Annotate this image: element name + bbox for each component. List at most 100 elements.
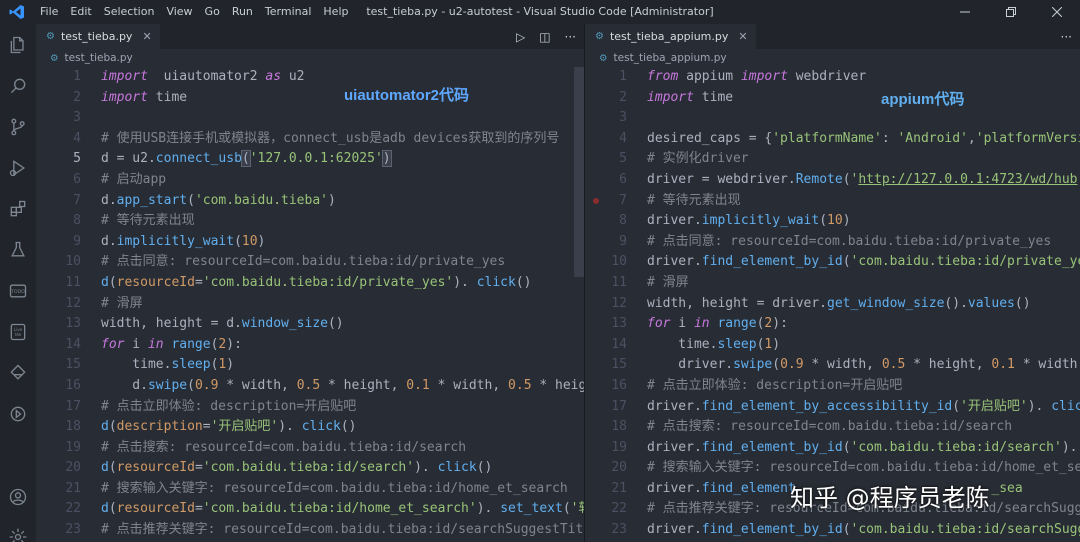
split-editor-icon[interactable]: ◫: [539, 30, 550, 44]
code-line[interactable]: 18 d(description='开启贴吧'). click(): [36, 417, 584, 438]
code-line[interactable]: 3: [36, 108, 584, 129]
timeline-icon[interactable]: [0, 393, 36, 434]
code-line[interactable]: 9 # 点击同意: resourceId=com.baidu.tieba:id/p…: [585, 232, 1080, 253]
code-editor-right[interactable]: 1 from appium import webdriver 2 import tim…: [585, 67, 1080, 542]
line-number: 17: [65, 398, 81, 414]
source-control-icon[interactable]: [0, 106, 36, 147]
code-line[interactable]: 21 # 搜索输入关键字: resourceId=com.baidu.tieba:…: [36, 479, 584, 500]
restore-button[interactable]: [988, 0, 1034, 24]
code-text: driver = webdriver.Remote('http://127.0.…: [647, 170, 1080, 191]
account-icon[interactable]: [0, 476, 36, 517]
code-text: d.app_start('com.baidu.tieba'): [101, 191, 336, 212]
code-line[interactable]: 22 d(resourceId='com.baidu.tieba:id/home_…: [36, 499, 584, 520]
code-line[interactable]: 5 d = u2.connect_usb('127.0.0.1:62025'): [36, 149, 584, 170]
code-line[interactable]: 7 d.app_start('com.baidu.tieba'): [36, 191, 584, 212]
code-text: # 搜索输入关键字: resourceId=com.baidu.tieba:id…: [647, 458, 1080, 479]
settings-icon[interactable]: [0, 516, 36, 542]
code-line[interactable]: 5 # 实例化driver: [585, 149, 1080, 170]
code-line[interactable]: 20 # 搜索输入关键字: resourceId=com.baidu.tieba:…: [585, 458, 1080, 479]
code-line[interactable]: 18 # 点击搜索: resourceId=com.baidu.tieba:id/…: [585, 417, 1080, 438]
code-text: d.implicitly_wait(10): [101, 232, 265, 253]
breakpoint-icon[interactable]: [593, 197, 599, 204]
run-file-icon[interactable]: ▷: [516, 30, 525, 44]
code-line[interactable]: 13 width, height = d.window_size(): [36, 314, 584, 335]
breadcrumb: ⚙ test_tieba.py: [36, 49, 584, 67]
breadcrumb-file[interactable]: test_tieba_appium.py: [614, 52, 727, 64]
todo-icon[interactable]: TODO: [0, 270, 36, 311]
code-line[interactable]: 19 # 点击搜索: resourceId=com.baidu.tieba:id/…: [36, 438, 584, 459]
code-line[interactable]: 11 d(resourceId='com.baidu.tieba:id/priva…: [36, 273, 584, 294]
code-line[interactable]: 19 driver.find_element_by_id('com.baidu.t…: [585, 438, 1080, 459]
line-number: 10: [611, 254, 627, 270]
minimize-button[interactable]: [942, 0, 988, 24]
code-line[interactable]: 16 d.swipe(0.9 * width, 0.5 * height, 0.…: [36, 376, 584, 397]
code-token: 'com.baidu.tieba:id/private_yes: [850, 254, 1080, 270]
more-actions-icon[interactable]: ···: [1061, 30, 1072, 44]
code-line[interactable]: 15 driver.swipe(0.9 * width, 0.5 * heigh…: [585, 355, 1080, 376]
remote-icon[interactable]: [0, 352, 36, 393]
code-token: (: [187, 377, 195, 393]
breadcrumb-file[interactable]: test_tieba.py: [65, 52, 133, 64]
menu-view[interactable]: View: [160, 0, 198, 24]
close-tab-icon[interactable]: ✕: [738, 30, 747, 43]
code-line[interactable]: 23 # 点击推荐关键字: resourceId=com.baidu.tieba:…: [36, 520, 584, 541]
line-number: 10: [65, 254, 81, 270]
testing-icon[interactable]: [0, 229, 36, 270]
code-line[interactable]: 12 # 滑屏: [36, 294, 584, 315]
close-tab-icon[interactable]: ✕: [142, 30, 151, 43]
explorer-icon[interactable]: [0, 24, 36, 65]
code-token: # 搜索输入关键字: resourceId=com.baidu.tieba:id…: [101, 480, 568, 496]
code-line[interactable]: 4 desired_caps = {'platformName': 'Androi…: [585, 129, 1080, 150]
code-line[interactable]: 10 # 点击同意: resourceId=com.baidu.tieba:id/…: [36, 252, 584, 273]
tab-test-tieba[interactable]: ⚙ test_tieba.py ✕: [36, 24, 160, 49]
live-ide-icon[interactable]: Live Ide: [0, 311, 36, 352]
code-token: # 点击立即体验: description=开启贴吧: [647, 377, 903, 393]
code-line[interactable]: 9 d.implicitly_wait(10): [36, 232, 584, 253]
close-button[interactable]: [1034, 0, 1080, 24]
code-line[interactable]: 7 # 等待元素出现: [585, 191, 1080, 212]
code-token: for: [101, 336, 125, 352]
run-debug-icon[interactable]: [0, 147, 36, 188]
code-line[interactable]: 12 width, height = driver.get_window_size…: [585, 294, 1080, 315]
code-line[interactable]: 6 # 启动app: [36, 170, 584, 191]
menu-terminal[interactable]: Terminal: [259, 0, 318, 24]
code-line[interactable]: 17 driver.find_element_by_accessibility_i…: [585, 397, 1080, 418]
menu-edit[interactable]: Edit: [64, 0, 97, 24]
menu-file[interactable]: File: [34, 0, 64, 24]
code-line[interactable]: 1 import uiautomator2 as u2: [36, 67, 584, 88]
code-token: ):: [772, 316, 788, 332]
code-line[interactable]: 17 # 点击立即体验: description=开启贴吧: [36, 397, 584, 418]
code-line[interactable]: 15 time.sleep(1): [36, 355, 584, 376]
code-token: 10: [827, 213, 843, 229]
menu-go[interactable]: Go: [199, 0, 226, 24]
more-actions-icon[interactable]: ···: [565, 30, 576, 44]
code-editor-left[interactable]: 1 import uiautomator2 as u2 2 import time 3 4…: [36, 67, 584, 542]
menu-run[interactable]: Run: [226, 0, 259, 24]
code-line[interactable]: 11 # 滑屏: [585, 273, 1080, 294]
code-line[interactable]: 8 driver.implicitly_wait(10): [585, 211, 1080, 232]
code-line[interactable]: 13 for i in range(2):: [585, 314, 1080, 335]
extensions-icon[interactable]: [0, 188, 36, 229]
code-line[interactable]: 6 driver = webdriver.Remote('http://127.0…: [585, 170, 1080, 191]
code-line[interactable]: 16 # 点击立即体验: description=开启贴吧: [585, 376, 1080, 397]
code-text: # 使用USB连接手机或模拟器，connect_usb是adb devices获…: [101, 129, 559, 150]
search-icon[interactable]: [0, 65, 36, 106]
code-token: time: [693, 89, 734, 105]
menu-help[interactable]: Help: [317, 0, 354, 24]
code-line[interactable]: 8 # 等待元素出现: [36, 211, 584, 232]
code-line[interactable]: 2 import time: [585, 88, 1080, 109]
code-line[interactable]: 23 driver.find_element_by_id('com.baidu.t…: [585, 520, 1080, 541]
code-line[interactable]: 14 for i in range(2):: [36, 335, 584, 356]
code-line[interactable]: 2 import time: [36, 88, 584, 109]
code-line[interactable]: 20 d(resourceId='com.baidu.tieba:id/searc…: [36, 458, 584, 479]
code-token: swipe: [733, 357, 773, 373]
scrollbar[interactable]: [574, 67, 584, 277]
menu-selection[interactable]: Selection: [98, 0, 161, 24]
code-line[interactable]: 1 from appium import webdriver: [585, 67, 1080, 88]
code-line[interactable]: 14 time.sleep(1): [585, 335, 1080, 356]
code-line[interactable]: 4 # 使用USB连接手机或模拟器，connect_usb是adb devices…: [36, 129, 584, 150]
code-token: (: [819, 213, 828, 229]
code-line[interactable]: 10 driver.find_element_by_id('com.baidu.t…: [585, 252, 1080, 273]
tab-test-tieba-appium[interactable]: ⚙ test_tieba_appium.py ✕: [585, 24, 756, 49]
code-line[interactable]: 3: [585, 108, 1080, 129]
